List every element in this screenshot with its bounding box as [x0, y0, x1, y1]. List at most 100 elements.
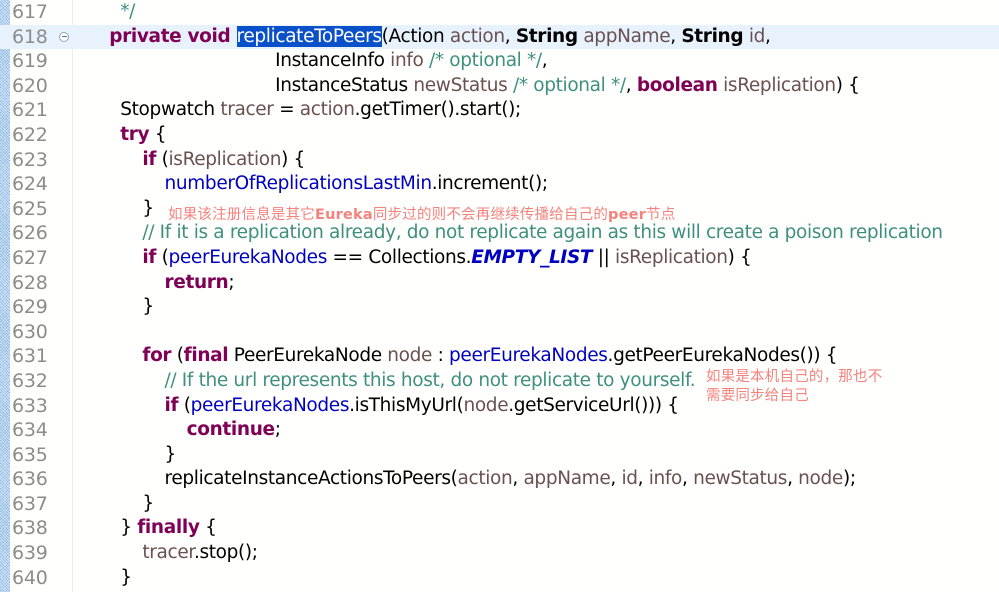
code-line-text[interactable]: */	[76, 0, 135, 25]
code-line-text[interactable]: }	[76, 566, 132, 591]
code-line[interactable]: 634 continue;	[0, 418, 999, 443]
line-gutter[interactable]: 632	[0, 369, 72, 394]
code-line[interactable]: 637 }	[0, 492, 999, 517]
line-gutter[interactable]: 625	[0, 197, 72, 222]
line-number: 623	[12, 148, 48, 171]
code-line-text[interactable]: }	[76, 197, 154, 222]
line-gutter[interactable]: 627	[0, 246, 72, 271]
code-line[interactable]: 631 for (final PeerEurekaNode node : pee…	[0, 344, 999, 369]
line-number: 634	[12, 419, 48, 442]
code-line[interactable]: 622 try {	[0, 123, 999, 148]
code-line-text[interactable]: }	[76, 295, 154, 320]
line-gutter[interactable]: 636	[0, 467, 72, 492]
code-line[interactable]: 639 tracer.stop();	[0, 541, 999, 566]
code-line[interactable]: 627 if (peerEurekaNodes == Collections.E…	[0, 246, 999, 271]
code-token: numberOfReplicationsLastMin	[164, 173, 433, 195]
code-token: ;	[274, 419, 281, 441]
line-gutter[interactable]: 639	[0, 541, 72, 566]
line-gutter[interactable]: 626	[0, 221, 72, 246]
code-token: InstanceInfo	[275, 50, 391, 72]
code-token: == Collections.	[327, 246, 472, 268]
annotation-text: Eureka	[315, 207, 373, 223]
code-line[interactable]: 630	[0, 320, 999, 345]
code-line[interactable]: 636 replicateInstanceActionsToPeers(acti…	[0, 467, 999, 492]
code-line-text[interactable]: } finally {	[76, 516, 217, 541]
code-editor[interactable]: 617 */618 private void replicateToPeers(…	[0, 0, 999, 592]
code-line-text[interactable]: // If the url represents this host, do n…	[76, 369, 696, 394]
code-line-text[interactable]: // If it is a replication already, do no…	[76, 221, 943, 246]
line-gutter[interactable]: 621	[0, 98, 72, 123]
code-token: node	[463, 394, 509, 416]
selected-token[interactable]: replicateToPeers	[236, 25, 382, 47]
code-line[interactable]: 618 private void replicateToPeers(Action…	[0, 24, 999, 50]
code-line-text[interactable]: try {	[76, 123, 166, 148]
code-line[interactable]: 623 if (isReplication) {	[0, 148, 999, 173]
line-gutter[interactable]: 637	[0, 492, 72, 517]
code-line-text[interactable]: Stopwatch tracer = action.getTimer().sta…	[76, 98, 521, 123]
code-line-text[interactable]: private void replicateToPeers(Action act…	[76, 25, 771, 50]
code-line-text[interactable]: InstanceInfo info /* optional */,	[76, 49, 548, 74]
code-line[interactable]: 621 Stopwatch tracer = action.getTimer()…	[0, 98, 999, 123]
code-line-text[interactable]: if (isReplication) {	[76, 148, 305, 173]
code-line[interactable]: 628 return;	[0, 271, 999, 296]
line-gutter[interactable]: 624	[0, 172, 72, 197]
line-gutter[interactable]: 620	[0, 74, 72, 99]
code-line-text[interactable]: tracer.stop();	[76, 541, 258, 566]
line-number: 636	[12, 468, 48, 491]
code-line[interactable]: 626 // If it is a replication already, d…	[0, 221, 999, 246]
line-gutter[interactable]: 628	[0, 271, 72, 296]
code-token: ,	[765, 25, 771, 47]
code-line-text[interactable]: }	[76, 492, 154, 517]
code-line[interactable]: 635 }	[0, 443, 999, 468]
code-line-text[interactable]: if (peerEurekaNodes == Collections.EMPTY…	[76, 246, 751, 271]
code-line[interactable]: 620 InstanceStatus newStatus /* optional…	[0, 74, 999, 99]
code-token: String	[515, 25, 578, 47]
code-line[interactable]: 638 } finally {	[0, 516, 999, 541]
code-token: info	[648, 468, 683, 490]
code-line-list[interactable]: 617 */618 private void replicateToPeers(…	[0, 0, 999, 592]
code-line-text[interactable]: return;	[76, 271, 235, 296]
code-line[interactable]: 629 }	[0, 295, 999, 320]
code-line[interactable]: 619 InstanceInfo info /* optional */,	[0, 49, 999, 74]
line-gutter[interactable]: 622	[0, 123, 72, 148]
code-line-text[interactable]: InstanceStatus newStatus /* optional */,…	[76, 74, 860, 99]
line-gutter[interactable]: 617	[0, 0, 72, 25]
line-gutter[interactable]: 635	[0, 443, 72, 468]
line-gutter[interactable]: 634	[0, 418, 72, 443]
code-line[interactable]: 640 }	[0, 566, 999, 591]
code-token: newStatus	[413, 74, 508, 96]
code-token: boolean	[636, 74, 718, 96]
code-token: */	[120, 1, 136, 22]
code-token: // If the url represents this host, do n…	[164, 369, 696, 391]
code-line[interactable]: 624 numberOfReplicationsLastMin.incremen…	[0, 172, 999, 197]
code-line[interactable]: 617 */	[0, 0, 999, 25]
line-gutter[interactable]: 618	[0, 25, 72, 50]
code-token: ,	[682, 468, 694, 490]
line-number: 619	[12, 50, 48, 73]
code-line-text[interactable]: continue;	[76, 418, 281, 443]
code-line-text[interactable]: for (final PeerEurekaNode node : peerEur…	[76, 344, 837, 369]
line-gutter[interactable]: 633	[0, 394, 72, 419]
line-number: 637	[12, 492, 48, 515]
line-gutter[interactable]: 629	[0, 295, 72, 320]
line-gutter[interactable]: 631	[0, 344, 72, 369]
code-fold-collapse-icon[interactable]	[59, 31, 69, 42]
line-gutter[interactable]: 623	[0, 148, 72, 173]
line-number: 630	[12, 320, 48, 343]
line-gutter[interactable]: 630	[0, 320, 72, 345]
code-line-text[interactable]: replicateInstanceActionsToPeers(action, …	[76, 467, 857, 492]
code-line-text[interactable]: }	[76, 443, 177, 468]
line-gutter[interactable]: 640	[0, 566, 72, 591]
code-token: =	[273, 99, 300, 121]
code-line-text[interactable]: numberOfReplicationsLastMin.increment();	[76, 172, 549, 197]
line-gutter[interactable]: 638	[0, 516, 72, 541]
code-token: }	[142, 492, 154, 514]
code-line-text[interactable]: if (peerEurekaNodes.isThisMyUrl(node.get…	[76, 394, 680, 419]
line-gutter[interactable]: 619	[0, 49, 72, 74]
code-token: action	[457, 468, 513, 490]
